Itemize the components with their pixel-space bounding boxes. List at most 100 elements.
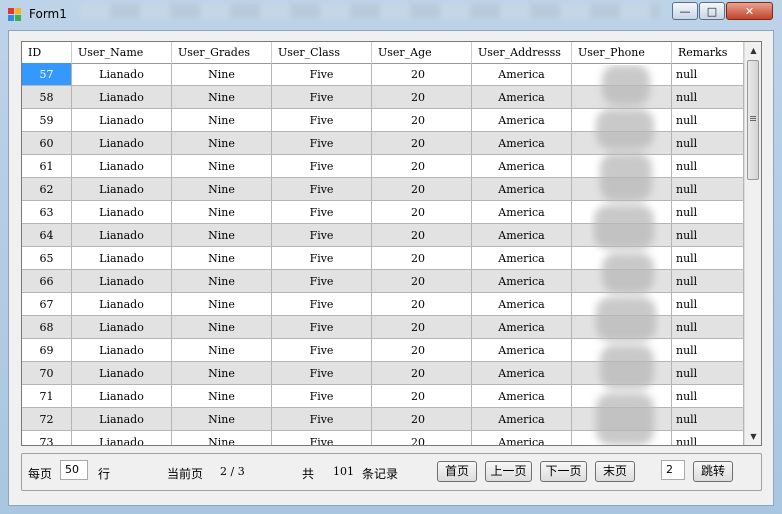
table-cell[interactable]: Five bbox=[272, 132, 372, 155]
table-cell[interactable]: America bbox=[472, 247, 572, 270]
table-cell[interactable]: null bbox=[672, 270, 744, 293]
table-cell[interactable]: Lianado bbox=[72, 270, 172, 293]
table-cell[interactable]: Nine bbox=[172, 178, 272, 201]
table-cell[interactable]: 72 bbox=[22, 408, 72, 431]
scroll-down-icon[interactable]: ▼ bbox=[745, 428, 761, 445]
table-cell[interactable]: Five bbox=[272, 270, 372, 293]
table-cell[interactable]: Nine bbox=[172, 293, 272, 316]
table-cell[interactable]: 20 bbox=[372, 339, 472, 362]
table-cell[interactable]: America bbox=[472, 224, 572, 247]
table-cell[interactable]: 20 bbox=[372, 316, 472, 339]
table-cell[interactable]: 60 bbox=[22, 132, 72, 155]
table-cell[interactable]: 20 bbox=[372, 293, 472, 316]
table-cell[interactable]: 73 bbox=[22, 431, 72, 445]
table-cell[interactable]: 69 bbox=[22, 339, 72, 362]
table-cell[interactable]: 65 bbox=[22, 247, 72, 270]
table-cell[interactable]: Nine bbox=[172, 201, 272, 224]
table-cell[interactable]: America bbox=[472, 362, 572, 385]
next-page-button[interactable]: 下一页 bbox=[540, 461, 587, 482]
table-cell[interactable]: Lianado bbox=[72, 132, 172, 155]
table-cell[interactable]: null bbox=[672, 431, 744, 445]
table-cell[interactable]: Nine bbox=[172, 86, 272, 109]
table-cell[interactable]: null bbox=[672, 362, 744, 385]
goto-page-button[interactable]: 跳转 bbox=[693, 461, 733, 482]
column-header[interactable]: User_Age bbox=[372, 42, 472, 63]
table-cell[interactable]: 20 bbox=[372, 86, 472, 109]
table-cell[interactable]: 67 bbox=[22, 293, 72, 316]
table-cell[interactable]: Nine bbox=[172, 385, 272, 408]
table-cell[interactable]: Five bbox=[272, 385, 372, 408]
table-cell[interactable]: Lianado bbox=[72, 431, 172, 445]
table-cell[interactable]: 58 bbox=[22, 86, 72, 109]
column-header[interactable]: User_Name bbox=[72, 42, 172, 63]
table-cell[interactable]: 68 bbox=[22, 316, 72, 339]
table-cell[interactable]: Nine bbox=[172, 109, 272, 132]
table-cell[interactable]: America bbox=[472, 431, 572, 445]
prev-page-button[interactable]: 上一页 bbox=[485, 461, 532, 482]
table-cell[interactable]: Lianado bbox=[72, 362, 172, 385]
table-cell[interactable]: 64 bbox=[22, 224, 72, 247]
table-cell[interactable]: null bbox=[672, 155, 744, 178]
table-cell[interactable]: America bbox=[472, 316, 572, 339]
table-cell[interactable]: Five bbox=[272, 178, 372, 201]
table-cell[interactable]: null bbox=[672, 408, 744, 431]
data-grid[interactable]: ID User_Name User_Grades User_Class User_Age… bbox=[21, 41, 762, 446]
table-cell[interactable]: Nine bbox=[172, 63, 272, 86]
table-cell[interactable]: Five bbox=[272, 201, 372, 224]
table-cell[interactable]: Lianado bbox=[72, 155, 172, 178]
column-header[interactable]: User_Grades bbox=[172, 42, 272, 63]
table-cell[interactable]: Lianado bbox=[72, 224, 172, 247]
table-cell[interactable]: 20 bbox=[372, 270, 472, 293]
table-cell[interactable]: Lianado bbox=[72, 178, 172, 201]
table-cell[interactable]: 62 bbox=[22, 178, 72, 201]
table-cell[interactable]: 20 bbox=[372, 362, 472, 385]
table-cell[interactable]: 20 bbox=[372, 431, 472, 445]
table-cell[interactable]: Five bbox=[272, 431, 372, 445]
table-cell[interactable]: Nine bbox=[172, 431, 272, 445]
table-cell[interactable]: null bbox=[672, 132, 744, 155]
table-cell[interactable]: America bbox=[472, 86, 572, 109]
table-cell[interactable]: Lianado bbox=[72, 293, 172, 316]
table-cell[interactable]: 20 bbox=[372, 224, 472, 247]
table-cell[interactable]: 71 bbox=[22, 385, 72, 408]
column-header[interactable]: User_Addresss bbox=[472, 42, 572, 63]
table-cell[interactable]: Five bbox=[272, 362, 372, 385]
table-cell[interactable]: Nine bbox=[172, 408, 272, 431]
table-cell[interactable]: America bbox=[472, 201, 572, 224]
table-cell[interactable]: Lianado bbox=[72, 86, 172, 109]
table-cell[interactable]: 20 bbox=[372, 132, 472, 155]
table-cell[interactable]: 61 bbox=[22, 155, 72, 178]
table-cell[interactable]: Nine bbox=[172, 270, 272, 293]
table-cell[interactable]: 57 bbox=[22, 63, 72, 86]
table-cell[interactable]: America bbox=[472, 408, 572, 431]
table-cell[interactable]: Lianado bbox=[72, 63, 172, 86]
scroll-up-icon[interactable]: ▲ bbox=[745, 42, 761, 59]
table-cell[interactable]: null bbox=[672, 339, 744, 362]
table-cell[interactable]: Lianado bbox=[72, 201, 172, 224]
table-cell[interactable]: Five bbox=[272, 247, 372, 270]
table-cell[interactable]: Five bbox=[272, 316, 372, 339]
scroll-thumb[interactable] bbox=[747, 60, 759, 180]
table-cell[interactable]: America bbox=[472, 132, 572, 155]
column-header[interactable]: User_Phone bbox=[572, 42, 672, 63]
goto-page-input[interactable]: 2 bbox=[661, 460, 685, 480]
table-cell[interactable]: 20 bbox=[372, 155, 472, 178]
table-cell[interactable]: 20 bbox=[372, 247, 472, 270]
table-cell[interactable]: Nine bbox=[172, 247, 272, 270]
table-cell[interactable]: Five bbox=[272, 408, 372, 431]
table-cell[interactable]: Lianado bbox=[72, 339, 172, 362]
table-cell[interactable]: null bbox=[672, 224, 744, 247]
table-cell[interactable]: 66 bbox=[22, 270, 72, 293]
table-cell[interactable]: Nine bbox=[172, 362, 272, 385]
table-cell[interactable]: Lianado bbox=[72, 385, 172, 408]
table-cell[interactable]: Five bbox=[272, 86, 372, 109]
table-cell[interactable]: null bbox=[672, 178, 744, 201]
table-cell[interactable]: 20 bbox=[372, 201, 472, 224]
column-header[interactable]: Remarks bbox=[672, 42, 744, 63]
vertical-scrollbar[interactable]: ▲ ▼ bbox=[744, 42, 761, 445]
table-cell[interactable]: Lianado bbox=[72, 316, 172, 339]
table-cell[interactable]: America bbox=[472, 155, 572, 178]
table-cell[interactable]: 20 bbox=[372, 408, 472, 431]
first-page-button[interactable]: 首页 bbox=[437, 461, 477, 482]
table-cell[interactable]: null bbox=[672, 201, 744, 224]
